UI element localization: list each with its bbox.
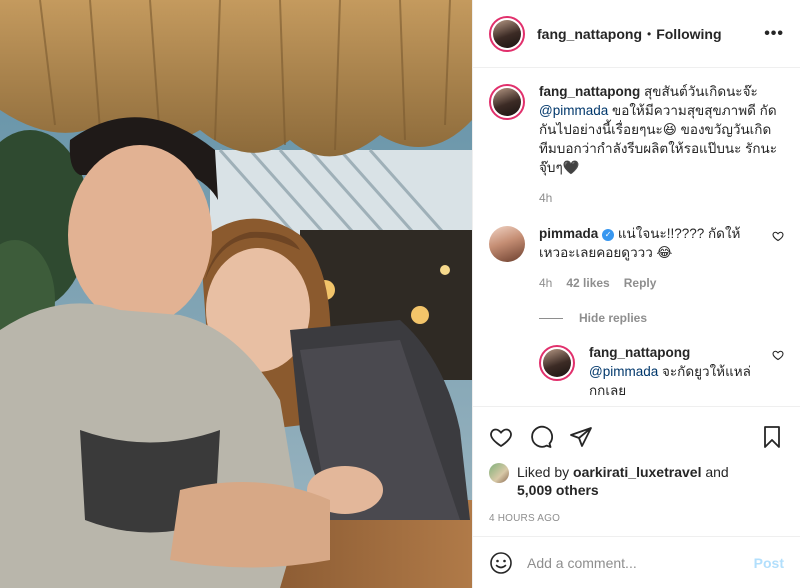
liker-username[interactable]: oarkirati_luxetravel	[573, 464, 701, 480]
liked-by-text: Liked by oarkirati_luxetravel and 5,009 …	[517, 463, 729, 499]
likes-count[interactable]: 5,009 others	[517, 482, 599, 498]
separator-dot: •	[647, 26, 652, 41]
caption-username[interactable]: fang_nattapong	[539, 84, 640, 99]
photo-illustration	[0, 0, 472, 588]
reply-avatar[interactable]	[539, 345, 575, 381]
author-avatar[interactable]	[489, 15, 525, 52]
action-icons	[489, 417, 784, 457]
caption: fang_nattapong สุขสันต์วันเกิดนะจ๊ะ @pim…	[489, 82, 784, 208]
liker-avatar[interactable]	[489, 463, 509, 483]
verified-icon: ✓	[602, 229, 615, 241]
hide-replies-button[interactable]: Hide replies	[539, 311, 784, 325]
comment-icon[interactable]	[529, 425, 553, 449]
caption-text-before: สุขสันต์วันเกิดนะจ๊ะ	[644, 84, 758, 99]
post-header: fang_nattapong • Following •••	[473, 0, 800, 68]
hide-replies-label: Hide replies	[579, 311, 648, 325]
hide-replies-line	[539, 317, 563, 319]
reply-like-heart-icon[interactable]	[772, 349, 784, 361]
comment: pimmada ✓ แน่ใจนะ!!???? กัดให้เหวอะเลยคอ…	[489, 224, 784, 293]
following-button[interactable]: Following	[656, 26, 721, 42]
comment-username[interactable]: pimmada	[539, 226, 598, 241]
reply-comment: fang_nattapong @pimmada จะกัดยูวให้แหล่ก…	[539, 343, 784, 400]
post-actions: Liked by oarkirati_luxetravel and 5,009 …	[473, 406, 800, 524]
comments-list: fang_nattapong สุขสันต์วันเกิดนะจ๊ะ @pim…	[473, 68, 800, 406]
instagram-post: fang_nattapong • Following ••• fang_natt…	[0, 0, 800, 588]
liked-by-and: and	[705, 464, 729, 480]
post-side-panel: fang_nattapong • Following ••• fang_natt…	[472, 0, 800, 588]
caption-avatar[interactable]	[489, 84, 525, 120]
comment-meta: 4h 42 likes Reply	[539, 274, 762, 293]
reply-mention[interactable]: @pimmada	[589, 364, 658, 379]
commenter-avatar[interactable]	[489, 226, 525, 262]
comment-input[interactable]	[527, 554, 754, 571]
post-photo[interactable]	[0, 0, 472, 588]
comment-like-heart-icon[interactable]	[772, 230, 784, 242]
emoji-icon[interactable]	[489, 551, 513, 575]
reply-username[interactable]: fang_nattapong	[589, 345, 690, 360]
caption-body: fang_nattapong สุขสันต์วันเกิดนะจ๊ะ @pim…	[539, 82, 784, 208]
liked-by: Liked by oarkirati_luxetravel and 5,009 …	[489, 463, 784, 499]
post-timestamp[interactable]: 4 HOURS AGO	[489, 513, 784, 524]
caption-meta: 4h	[539, 189, 784, 208]
share-icon[interactable]	[569, 425, 593, 449]
reply-body: fang_nattapong @pimmada จะกัดยูวให้แหล่ก…	[589, 343, 762, 400]
reply-button[interactable]: Reply	[624, 274, 657, 293]
add-comment-bar: Post	[473, 536, 800, 588]
liked-by-prefix: Liked by	[517, 464, 570, 480]
post-comment-button[interactable]: Post	[754, 555, 784, 571]
comment-likes[interactable]: 42 likes	[566, 274, 609, 293]
author-username[interactable]: fang_nattapong	[537, 26, 642, 42]
caption-mention[interactable]: @pimmada	[539, 103, 608, 118]
more-options-icon[interactable]: •••	[764, 25, 784, 43]
heart-icon[interactable]	[489, 425, 513, 449]
comment-body: pimmada ✓ แน่ใจนะ!!???? กัดให้เหวอะเลยคอ…	[539, 224, 762, 293]
comment-time[interactable]: 4h	[539, 274, 552, 293]
caption-time[interactable]: 4h	[539, 189, 552, 208]
bookmark-icon[interactable]	[760, 425, 784, 449]
